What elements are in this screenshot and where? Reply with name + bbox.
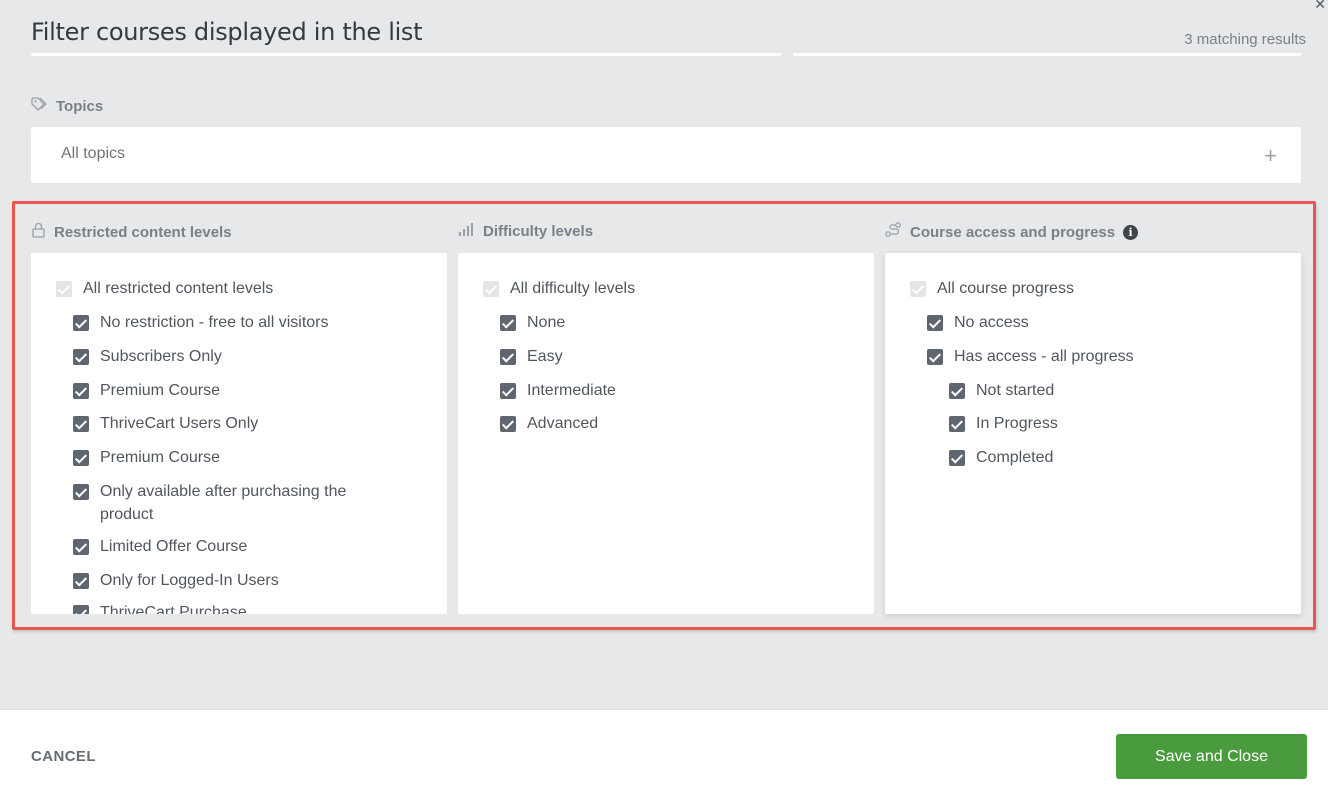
matching-results-count: 3 matching results [1184,31,1306,48]
checkbox[interactable] [73,315,89,331]
checkbox[interactable] [500,416,516,432]
restricted-option[interactable]: Subscribers Only [73,345,222,368]
difficulty-label: Difficulty levels [483,222,594,240]
tag-icon [31,97,48,115]
progress-option[interactable]: No access [927,311,1029,334]
cancel-button[interactable]: CANCEL [31,748,96,765]
checkbox[interactable] [56,281,72,297]
progress-option[interactable]: Has access - all progress [927,345,1134,368]
difficulty-option[interactable]: Intermediate [500,379,616,402]
checkbox[interactable] [73,383,89,399]
progress-all-option[interactable]: All course progress [910,277,1074,300]
page-title: Filter courses displayed in the list [31,18,423,46]
lock-icon [31,222,46,242]
difficulty-option[interactable]: Advanced [500,412,598,435]
results-underline [793,53,1301,56]
restricted-option[interactable]: ThriveCart Users Only [73,412,258,435]
restricted-option[interactable]: Premium Course [73,446,220,469]
restricted-panel: All restricted content levels No restric… [31,253,447,614]
checkbox[interactable] [73,450,89,466]
checkbox[interactable] [500,349,516,365]
topics-heading: Topics [31,97,103,115]
difficulty-all-option[interactable]: All difficulty levels [483,277,635,300]
restricted-option[interactable]: Premium Course [73,379,220,402]
checkbox[interactable] [500,315,516,331]
checkbox[interactable] [949,450,965,466]
progress-suboption[interactable]: In Progress [949,412,1058,435]
info-icon[interactable]: i [1123,224,1139,240]
progress-label: Course access and progress [910,223,1116,241]
restricted-option[interactable]: Limited Offer Course [73,535,247,558]
checkbox[interactable] [927,349,943,365]
checkbox[interactable] [483,281,499,297]
progress-suboption[interactable]: Completed [949,446,1053,469]
close-icon[interactable]: ✕ [1314,0,1326,13]
checkbox[interactable] [927,315,943,331]
progress-path-icon [885,222,902,242]
checkbox[interactable] [73,539,89,555]
save-and-close-button[interactable]: Save and Close [1116,734,1307,779]
checkbox[interactable] [73,416,89,432]
checkbox[interactable] [949,383,965,399]
topics-placeholder: All topics [61,145,126,162]
progress-panel: All course progress No access Has access… [885,253,1301,614]
checkbox[interactable] [949,416,965,432]
progress-suboption[interactable]: Not started [949,379,1054,402]
checkbox[interactable] [73,349,89,365]
checkbox[interactable] [73,484,89,500]
topics-label: Topics [56,97,104,115]
checkbox[interactable] [910,281,926,297]
title-underline [31,53,781,56]
progress-heading: Course access and progress i [885,222,1139,242]
restricted-option[interactable]: No restriction - free to all visitors [73,311,329,334]
dialog-footer: CANCEL Save and Close [0,709,1328,790]
checkbox[interactable] [500,383,516,399]
restricted-option[interactable]: ThriveCart Purchase [73,601,247,614]
restricted-heading: Restricted content levels [31,222,232,242]
difficulty-option[interactable]: Easy [500,345,563,368]
restricted-option[interactable]: Only for Logged-In Users [73,569,279,592]
checkbox[interactable] [73,573,89,589]
plus-icon[interactable]: + [1264,143,1277,169]
checkbox[interactable] [73,605,89,614]
difficulty-option[interactable]: None [500,311,565,334]
topics-select[interactable]: All topics + [31,127,1301,183]
restricted-label: Restricted content levels [54,223,232,241]
difficulty-panel: All difficulty levels None Easy Intermed… [458,253,874,614]
signal-bars-icon [458,222,475,240]
difficulty-heading: Difficulty levels [458,222,593,240]
restricted-option[interactable]: Only available after purchasing the prod… [73,480,363,526]
restricted-all-option[interactable]: All restricted content levels [56,277,273,300]
